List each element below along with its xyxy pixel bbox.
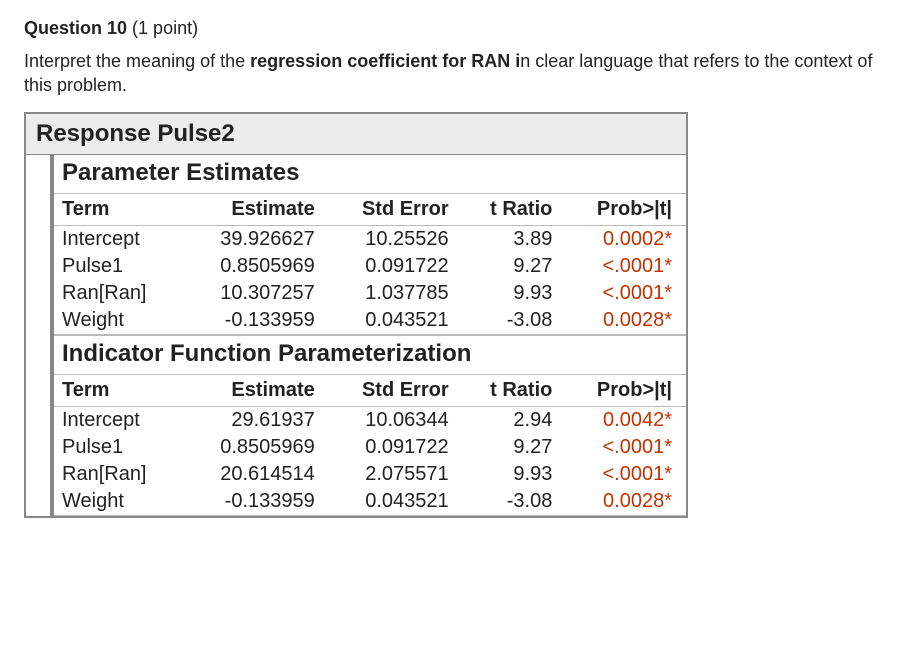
col-prob: Prob>|t| [566, 193, 686, 225]
cell-prob: <.0001* [566, 434, 686, 461]
table-parameter-estimates: Term Estimate Std Error t Ratio Prob>|t|… [54, 193, 686, 335]
table-row: Intercept 29.61937 10.06344 2.94 0.0042* [54, 406, 686, 434]
cell-stderr: 2.075571 [329, 461, 463, 488]
section-title: Parameter Estimates [54, 155, 686, 193]
stats-panel: Response Pulse2 Parameter Estimates Term… [24, 112, 688, 518]
cell-tratio: -3.08 [463, 307, 567, 335]
col-estimate: Estimate [185, 374, 329, 406]
cell-estimate: 0.8505969 [185, 253, 329, 280]
cell-term: Intercept [54, 225, 185, 253]
cell-estimate: 20.614514 [185, 461, 329, 488]
page: Question 10 (1 point) Interpret the mean… [0, 0, 897, 646]
cell-term: Weight [54, 307, 185, 335]
cell-term: Ran[Ran] [54, 461, 185, 488]
response-title: Response Pulse2 [26, 114, 686, 155]
cell-estimate: 10.307257 [185, 280, 329, 307]
cell-estimate: 29.61937 [185, 406, 329, 434]
prompt-text-1: Interpret the meaning of the [24, 51, 250, 71]
table-row: Pulse1 0.8505969 0.091722 9.27 <.0001* [54, 253, 686, 280]
table-row: Ran[Ran] 10.307257 1.037785 9.93 <.0001* [54, 280, 686, 307]
cell-prob: 0.0028* [566, 488, 686, 516]
col-tratio: t Ratio [463, 374, 567, 406]
cell-stderr: 10.25526 [329, 225, 463, 253]
cell-tratio: 9.93 [463, 461, 567, 488]
col-prob: Prob>|t| [566, 374, 686, 406]
table-indicator-function: Term Estimate Std Error t Ratio Prob>|t|… [54, 374, 686, 516]
col-stderr: Std Error [329, 193, 463, 225]
col-estimate: Estimate [185, 193, 329, 225]
cell-prob: 0.0028* [566, 307, 686, 335]
cell-estimate: 0.8505969 [185, 434, 329, 461]
question-header: Question 10 (1 point) [24, 18, 873, 39]
cell-prob: 0.0002* [566, 225, 686, 253]
cell-stderr: 0.091722 [329, 434, 463, 461]
table-row: Weight -0.133959 0.043521 -3.08 0.0028* [54, 307, 686, 335]
section-title: Indicator Function Parameterization [54, 335, 686, 374]
cell-term: Weight [54, 488, 185, 516]
cell-tratio: 9.27 [463, 253, 567, 280]
cell-tratio: -3.08 [463, 488, 567, 516]
cell-tratio: 9.93 [463, 280, 567, 307]
question-points: (1 point) [132, 18, 198, 38]
col-stderr: Std Error [329, 374, 463, 406]
col-tratio: t Ratio [463, 193, 567, 225]
question-prompt: Interpret the meaning of the regression … [24, 49, 873, 98]
cell-estimate: 39.926627 [185, 225, 329, 253]
cell-stderr: 0.091722 [329, 253, 463, 280]
col-term: Term [54, 374, 185, 406]
table-row: Intercept 39.926627 10.25526 3.89 0.0002… [54, 225, 686, 253]
question-number: Question 10 [24, 18, 127, 38]
cell-term: Pulse1 [54, 253, 185, 280]
cell-prob: <.0001* [566, 461, 686, 488]
cell-stderr: 1.037785 [329, 280, 463, 307]
col-term: Term [54, 193, 185, 225]
cell-term: Intercept [54, 406, 185, 434]
table-row: Pulse1 0.8505969 0.091722 9.27 <.0001* [54, 434, 686, 461]
table-header-row: Term Estimate Std Error t Ratio Prob>|t| [54, 193, 686, 225]
cell-estimate: -0.133959 [185, 488, 329, 516]
table-row: Ran[Ran] 20.614514 2.075571 9.93 <.0001* [54, 461, 686, 488]
cell-stderr: 0.043521 [329, 488, 463, 516]
cell-prob: 0.0042* [566, 406, 686, 434]
cell-prob: <.0001* [566, 253, 686, 280]
cell-tratio: 9.27 [463, 434, 567, 461]
cell-estimate: -0.133959 [185, 307, 329, 335]
cell-term: Ran[Ran] [54, 280, 185, 307]
table-row: Weight -0.133959 0.043521 -3.08 0.0028* [54, 488, 686, 516]
stats-inner: Parameter Estimates Term Estimate Std Er… [50, 155, 686, 516]
cell-prob: <.0001* [566, 280, 686, 307]
prompt-bold: regression coefficient for RAN i [250, 51, 520, 71]
table-header-row: Term Estimate Std Error t Ratio Prob>|t| [54, 374, 686, 406]
cell-stderr: 10.06344 [329, 406, 463, 434]
cell-term: Pulse1 [54, 434, 185, 461]
cell-stderr: 0.043521 [329, 307, 463, 335]
cell-tratio: 3.89 [463, 225, 567, 253]
cell-tratio: 2.94 [463, 406, 567, 434]
